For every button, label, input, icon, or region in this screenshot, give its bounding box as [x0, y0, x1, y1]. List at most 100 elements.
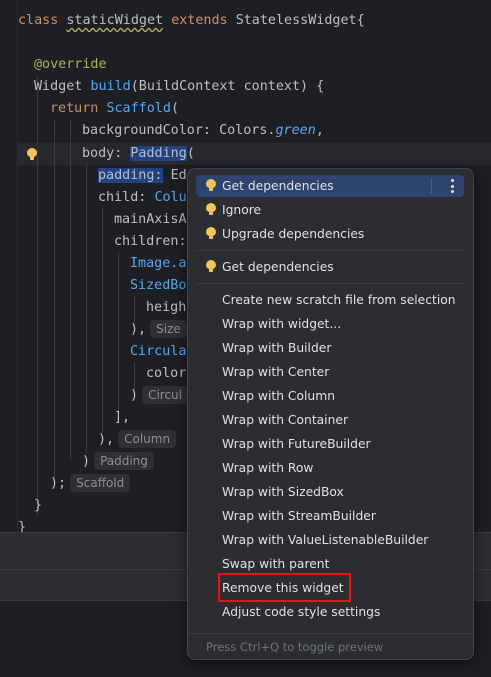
more-options-icon[interactable]: [451, 179, 454, 193]
menu-item-label: Wrap with SizedBox: [222, 485, 344, 499]
menu-item-label: Create new scratch file from selection: [222, 293, 456, 307]
indent-guide: [70, 120, 71, 460]
code-line-12: SizedBo: [130, 275, 186, 297]
menu-item-label: Adjust code style settings: [222, 605, 381, 619]
code-fragment: Ed: [170, 168, 187, 183]
menu-item-label: Ignore: [222, 203, 262, 217]
widget-name: Scaffold: [106, 101, 171, 116]
menu-item-wrap-with-container[interactable]: Wrap with Container: [196, 409, 464, 431]
menu-item-wrap-with-futurebuilder[interactable]: Wrap with FutureBuilder: [196, 433, 464, 455]
closing-label-hint: Padding: [94, 452, 154, 470]
menu-item-label: Wrap with ValueListenableBuilder: [222, 533, 429, 547]
code-line-6: body: Padding(: [82, 143, 195, 165]
named-arg: heigh: [146, 300, 187, 315]
menu-item-create-scratch-file[interactable]: Create new scratch file from selection: [196, 289, 464, 311]
closing-label-hint: Scaffold: [70, 474, 131, 492]
function-name: build: [90, 79, 131, 94]
lightbulb-icon: [206, 179, 216, 191]
code-line-17: ) Circul: [130, 385, 188, 407]
menu-item-label: Swap with parent: [222, 557, 330, 571]
menu-item-wrap-with-column[interactable]: Wrap with Column: [196, 385, 464, 407]
widget-name: Circula: [130, 344, 187, 359]
keyword: extends: [171, 13, 228, 28]
menu-item-upgrade-dependencies[interactable]: Upgrade dependencies: [196, 223, 464, 245]
gutter-divider: [17, 0, 18, 532]
menu-item-wrap-with-sizedbox[interactable]: Wrap with SizedBox: [196, 481, 464, 503]
code-line-20: ) Padding: [82, 451, 154, 473]
menu-separator: [196, 283, 464, 284]
widget-name: Colu: [154, 190, 187, 205]
lightbulb-icon[interactable]: [27, 148, 37, 160]
menu-item-label: Wrap with StreamBuilder: [222, 509, 376, 523]
menu-item-wrap-with-builder[interactable]: Wrap with Builder: [196, 337, 464, 359]
punct: }: [34, 498, 43, 513]
punct: ],: [114, 410, 131, 425]
punct: (: [170, 101, 179, 116]
code-line-16: color: [146, 363, 186, 385]
divider: [431, 178, 432, 194]
closing-label-hint: Column: [118, 430, 177, 448]
code-line-18: ],: [114, 407, 130, 429]
code-line-9: mainAxisA: [114, 209, 187, 231]
code-line-10: children:: [114, 231, 187, 253]
lightbulb-icon: [206, 203, 216, 215]
code-line-1: class staticWidget extends StatelessWidg…: [18, 10, 365, 32]
menu-item-label: Wrap with widget...: [222, 317, 342, 331]
named-arg: backgroundColor:: [82, 123, 211, 138]
annotation: @override: [34, 57, 107, 72]
punct: ,: [315, 123, 324, 138]
keyword: return: [50, 101, 99, 116]
indent-guide: [118, 252, 119, 412]
menu-item-swap-with-parent[interactable]: Swap with parent: [196, 553, 464, 575]
code-line-11: Image.a: [130, 253, 186, 275]
named-arg: child:: [98, 190, 147, 205]
menu-item-label: Get dependencies: [222, 179, 334, 193]
code-line-5: backgroundColor: Colors.green,: [82, 120, 324, 142]
punct: (: [186, 146, 195, 161]
menu-item-wrap-with-row[interactable]: Wrap with Row: [196, 457, 464, 479]
code-line-3: Widget build(BuildContext context) {: [34, 76, 324, 98]
named-arg: children:: [114, 234, 187, 249]
menu-item-wrap-with-streambuilder[interactable]: Wrap with StreamBuilder: [196, 505, 464, 527]
selected-widget-name[interactable]: Padding: [130, 146, 187, 161]
code-line-22: }: [34, 495, 42, 517]
type: Widget: [34, 79, 83, 94]
menu-item-label: Get dependencies: [222, 260, 334, 274]
closing-label-hint: Size: [150, 320, 187, 338]
punct: ),: [98, 432, 115, 447]
menu-item-label: Wrap with Container: [222, 413, 349, 427]
code-line-15: Circula: [130, 341, 186, 363]
menu-item-adjust-code-style[interactable]: Adjust code style settings: [196, 601, 464, 623]
menu-item-wrap-with-valuelistenablebuilder[interactable]: Wrap with ValueListenableBuilder: [196, 529, 464, 551]
lightbulb-icon: [206, 260, 216, 272]
punct: }: [18, 520, 27, 532]
indent-guide: [102, 208, 103, 433]
code-line-21: ); Scaffold: [50, 473, 131, 495]
menu-item-ignore[interactable]: Ignore: [196, 199, 464, 221]
punct: ): [130, 388, 139, 403]
code-line-2: @override: [34, 54, 107, 76]
closing-label-hint: Circul: [142, 386, 188, 404]
params: (BuildContext context) {: [130, 79, 325, 94]
menu-item-label: Wrap with Center: [222, 365, 330, 379]
color-value: green: [275, 123, 316, 138]
menu-item-get-dependencies[interactable]: Get dependencies: [196, 175, 464, 197]
menu-item-wrap-with-widget[interactable]: Wrap with widget...: [196, 313, 464, 335]
code-line-23: }: [18, 517, 26, 532]
base-class: StatelessWidget{: [235, 13, 365, 28]
named-arg: mainAxisA: [114, 212, 187, 227]
menu-item-label: Upgrade dependencies: [222, 227, 365, 241]
named-arg: body:: [82, 146, 123, 161]
code-line-13: heigh: [146, 297, 186, 319]
menu-item-get-dependencies-2[interactable]: Get dependencies: [196, 256, 464, 278]
code-line-7: padding: Ed: [98, 165, 187, 187]
keyword: class: [18, 13, 59, 28]
menu-item-wrap-with-center[interactable]: Wrap with Center: [196, 361, 464, 383]
menu-item-label: Wrap with Column: [222, 389, 336, 403]
menu-item-label: Wrap with FutureBuilder: [222, 437, 371, 451]
widget-name: SizedBo: [130, 278, 187, 293]
code-line-4: return Scaffold(: [50, 98, 179, 120]
menu-item-label: Wrap with Row: [222, 461, 314, 475]
punct: );: [50, 476, 67, 491]
named-arg: padding:: [98, 168, 163, 183]
